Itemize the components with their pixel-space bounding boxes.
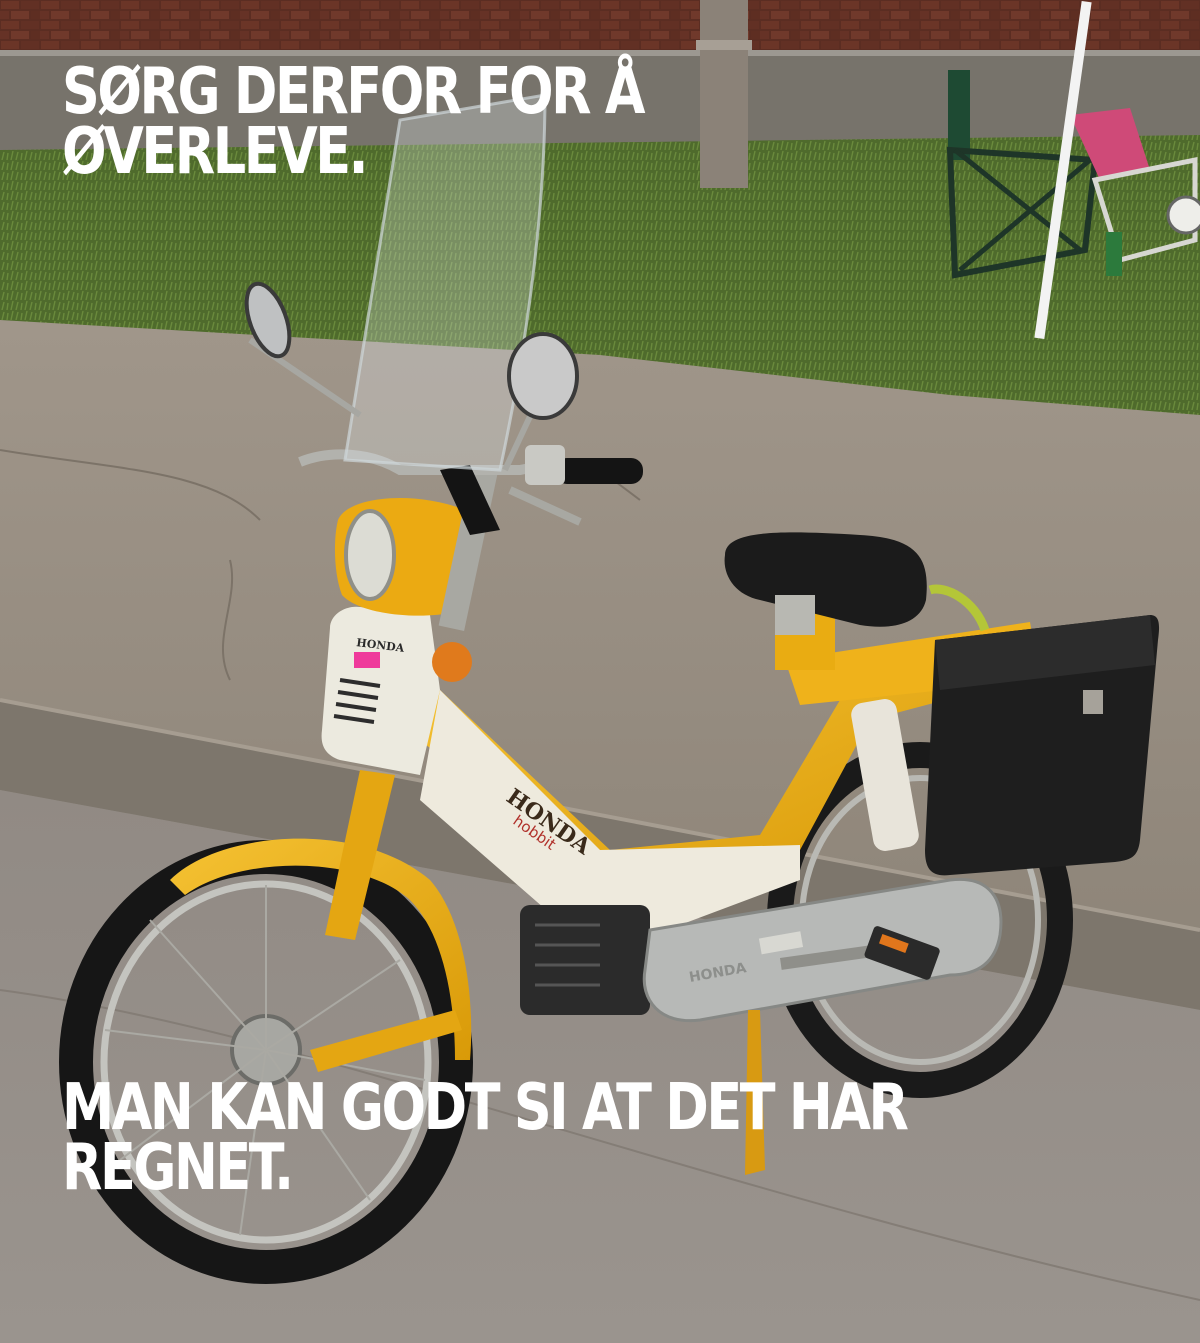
meme-image: HONDA hobbit HONDA HONDA SØRG DERFOR FOR… (0, 0, 1200, 1343)
saddlebag (925, 615, 1160, 876)
bottle (1106, 232, 1122, 276)
meme-bottom-text: MAN KAN GODT SI AT DET HAR REGNET. (62, 1071, 909, 1205)
headlight (344, 509, 396, 601)
engine-block (520, 905, 650, 1015)
right-grip (555, 458, 643, 484)
meme-top-text: SØRG DERFOR FOR Å ØVERLEVE. (62, 55, 646, 189)
turn-signal (432, 642, 472, 682)
brick-wall (0, 0, 1200, 55)
